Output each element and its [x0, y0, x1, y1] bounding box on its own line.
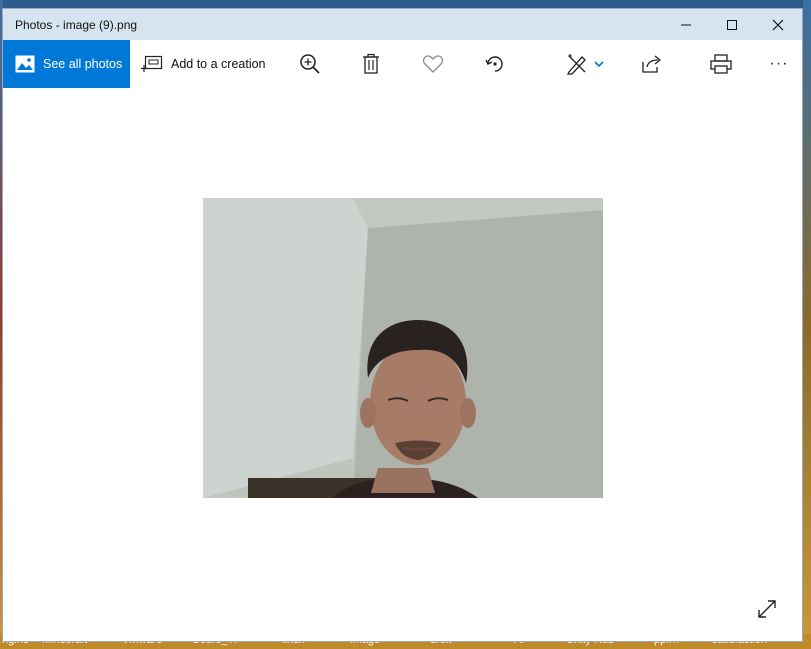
- photos-app-window: Photos - image (9).png See all photos Ad…: [3, 9, 802, 641]
- more-options-button[interactable]: ···: [759, 40, 799, 88]
- more-options-icon: ···: [769, 55, 789, 72]
- toolbar: See all photos Add to a creation ···: [3, 40, 802, 88]
- displayed-photo[interactable]: [203, 198, 603, 498]
- expand-icon: [758, 600, 776, 618]
- title-bar[interactable]: Photos - image (9).png: [3, 9, 802, 40]
- delete-icon: [363, 53, 379, 74]
- see-all-photos-label: See all photos: [43, 57, 123, 71]
- edit-create-button[interactable]: [561, 40, 609, 88]
- zoom-in-icon: [300, 54, 320, 74]
- minimize-icon: [681, 24, 691, 25]
- maximize-button[interactable]: [709, 9, 755, 40]
- share-icon: [642, 55, 662, 73]
- rotate-icon: [485, 56, 503, 72]
- see-all-photos-button[interactable]: See all photos: [3, 40, 130, 88]
- delete-button[interactable]: [351, 40, 391, 88]
- share-button[interactable]: [632, 40, 672, 88]
- close-icon: [772, 19, 784, 30]
- maximize-icon: [727, 19, 737, 30]
- minimize-button[interactable]: [663, 9, 709, 40]
- desktop-background-right: [803, 0, 811, 649]
- edit-create-icon: [566, 54, 586, 75]
- print-button[interactable]: [701, 40, 741, 88]
- rotate-button[interactable]: [475, 40, 515, 88]
- print-icon: [710, 54, 732, 74]
- add-to-creation-button[interactable]: Add to a creation: [141, 40, 266, 88]
- add-creation-icon: [141, 55, 163, 73]
- favorite-button[interactable]: [413, 40, 453, 88]
- fullscreen-button[interactable]: [753, 595, 781, 623]
- add-to-creation-label: Add to a creation: [171, 57, 266, 71]
- close-button[interactable]: [755, 9, 801, 40]
- favorite-heart-icon: [422, 55, 444, 73]
- photo-gallery-icon: [15, 55, 35, 73]
- chevron-down-icon: [594, 61, 604, 68]
- zoom-button[interactable]: [290, 40, 330, 88]
- window-title: Photos - image (9).png: [15, 17, 138, 32]
